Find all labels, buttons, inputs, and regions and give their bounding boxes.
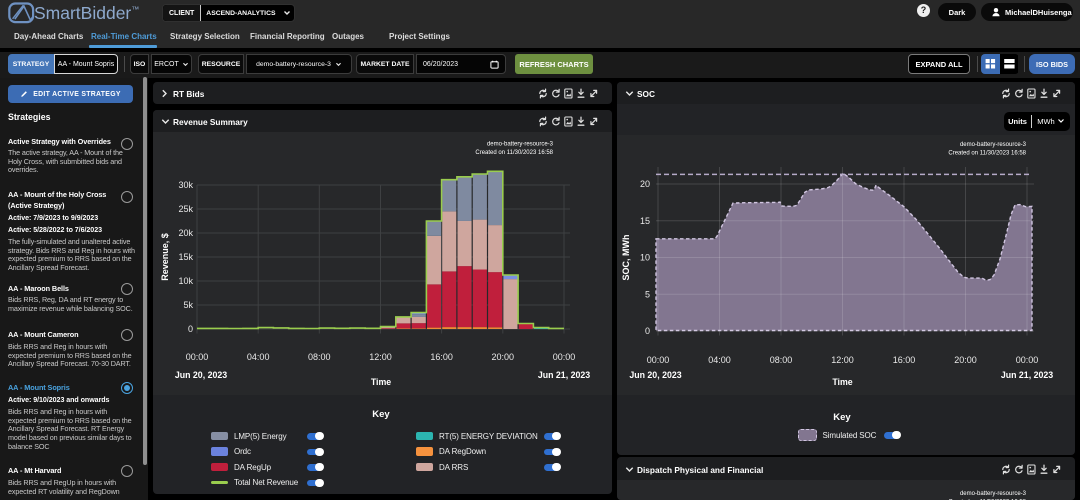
svg-text:0: 0	[645, 326, 650, 336]
svg-text:04:00: 04:00	[708, 355, 731, 365]
svg-text:Jun 20, 2023: Jun 20, 2023	[629, 370, 681, 380]
svg-text:08:00: 08:00	[308, 352, 331, 362]
svg-text:5: 5	[645, 289, 650, 299]
svg-text:16:00: 16:00	[430, 352, 453, 362]
svg-text:Jun 21, 2023: Jun 21, 2023	[538, 370, 590, 380]
svg-text:15k: 15k	[178, 252, 193, 262]
svg-text:Jun 21, 2023: Jun 21, 2023	[1001, 370, 1053, 380]
svg-text:08:00: 08:00	[770, 355, 793, 365]
svg-text:12:00: 12:00	[369, 352, 392, 362]
svg-text:demo-battery-resource-3: demo-battery-resource-3	[960, 142, 1027, 148]
svg-text:demo-battery-resource-3: demo-battery-resource-3	[960, 491, 1027, 497]
svg-text:20:00: 20:00	[954, 355, 977, 365]
svg-text:Time: Time	[832, 377, 852, 387]
svg-text:15: 15	[640, 216, 650, 226]
svg-text:16:00: 16:00	[893, 355, 916, 365]
svg-text:20: 20	[640, 179, 650, 189]
svg-text:10k: 10k	[178, 276, 193, 286]
svg-text:5k: 5k	[183, 300, 193, 310]
svg-text:00:00: 00:00	[186, 352, 209, 362]
svg-text:25k: 25k	[178, 204, 193, 214]
svg-text:20k: 20k	[178, 228, 193, 238]
svg-text:04:00: 04:00	[247, 352, 270, 362]
svg-text:00:00: 00:00	[647, 355, 670, 365]
svg-text:SOC, MWh: SOC, MWh	[621, 235, 631, 281]
svg-text:12:00: 12:00	[831, 355, 854, 365]
svg-text:Created on 11/30/2023 16:58: Created on 11/30/2023 16:58	[475, 150, 553, 156]
svg-text:20:00: 20:00	[492, 352, 515, 362]
svg-text:Created on 11/30/2023 16:58: Created on 11/30/2023 16:58	[948, 151, 1026, 157]
svg-text:Jun 20, 2023: Jun 20, 2023	[175, 370, 227, 380]
svg-text:Time: Time	[371, 377, 391, 387]
svg-text:demo-battery-resource-3: demo-battery-resource-3	[487, 142, 554, 148]
svg-text:30k: 30k	[178, 180, 193, 190]
svg-text:10: 10	[640, 253, 650, 263]
svg-text:00:00: 00:00	[1016, 355, 1039, 365]
svg-text:Revenue, $: Revenue, $	[160, 233, 170, 281]
svg-text:0: 0	[188, 324, 193, 334]
svg-text:00:00: 00:00	[553, 352, 576, 362]
